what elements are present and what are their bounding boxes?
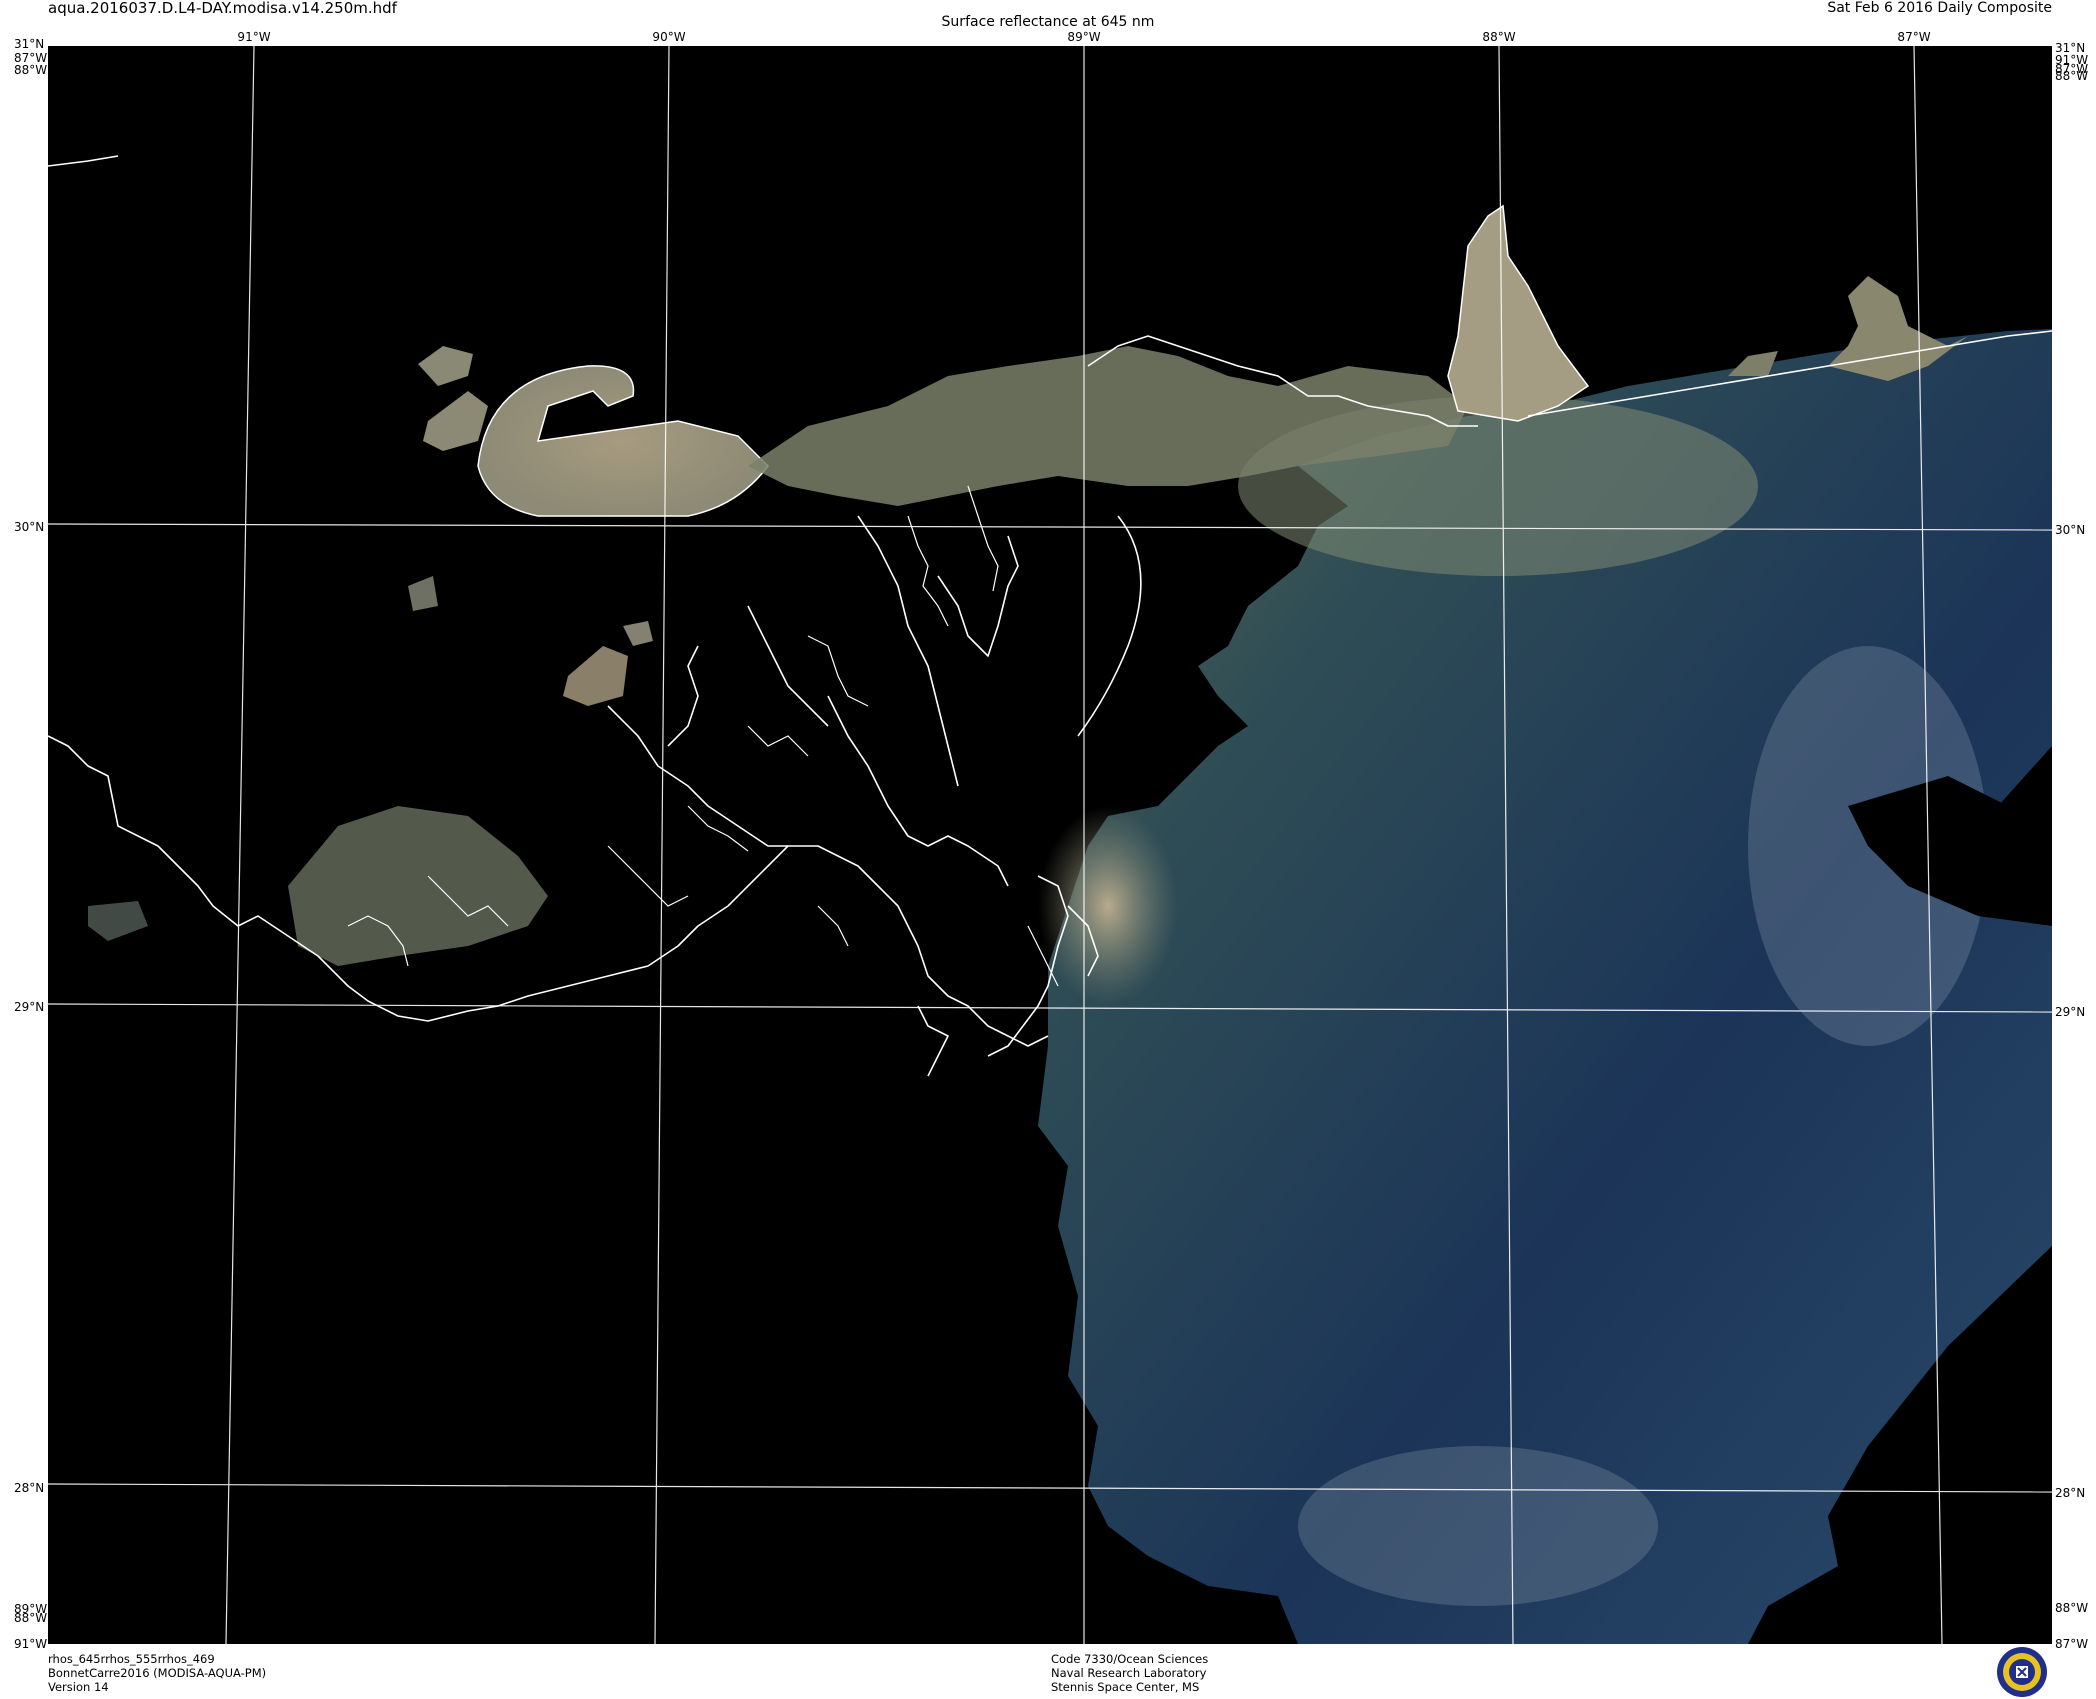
mobile-bay [1447,204,1590,422]
footer-band-combination: rhos_645rrhos_555rrhos_469 [48,1652,215,1666]
river-plume [1038,806,1178,1006]
lat-label-30n-left: 30°N [14,520,45,534]
corner-lon3-bottom-left: 91°W [14,1637,48,1651]
cloud-cluster-south [1298,1446,1658,1606]
lon-label-87w: 87°W [1897,30,1931,44]
footer-code: Code 7330/Ocean Sciences [1051,1652,1209,1666]
lon-label-91w: 91°W [237,30,271,44]
corner-lon3-top-right: 88°W [2055,69,2089,83]
footer-location: Stennis Space Center, MS [1051,1680,1200,1694]
composite-date: Sat Feb 6 2016 Daily Composite [1827,0,2052,16]
corner-lat-top-left: 31°N [14,37,45,51]
atchafalaya-haze [288,806,548,966]
vermilion-haze [88,901,148,941]
nrl-seal-icon [1997,1647,2047,1697]
inland-lake-2 [563,646,628,706]
reflectance-map[interactable] [48,46,2052,1644]
corner-lon-bottom-right: 88°W [2055,1601,2089,1615]
footer-campaign: BonnetCarre2016 (MODISA-AQUA-PM) [48,1666,267,1680]
footer-product-info: rhos_645rrhos_555rrhos_469 BonnetCarre20… [48,1652,266,1694]
lat-label-29n-left: 29°N [14,1000,45,1014]
inland-lake-3 [408,576,438,611]
lat-label-30n-right: 30°N [2055,523,2086,537]
lon-label-90w: 90°W [652,30,686,44]
footer-lab: Naval Research Laboratory [1051,1666,1207,1680]
footer-organization: Code 7330/Ocean Sciences Naval Research … [1051,1652,1208,1694]
lake-pontchartrain [477,365,769,517]
lat-label-29n-right: 29°N [2055,1005,2086,1019]
footer-version: Version 14 [48,1680,109,1694]
map-title: Surface reflectance at 645 nm [941,14,1155,30]
lon-label-88w: 88°W [1482,30,1516,44]
corner-lon2-bottom-left: 88°W [14,1611,48,1625]
lake-maurepas [423,391,488,451]
corner-lon2-top-left: 88°W [14,63,48,77]
inland-lake-1 [418,346,473,386]
lat-label-28n-left: 28°N [14,1481,45,1495]
corner-lon2-bottom-right: 87°W [2055,1637,2089,1651]
lon-label-89w: 89°W [1067,30,1101,44]
lat-label-28n-right: 28°N [2055,1486,2086,1500]
inland-lake-4 [623,621,653,646]
map-canvas [48,46,2052,1644]
